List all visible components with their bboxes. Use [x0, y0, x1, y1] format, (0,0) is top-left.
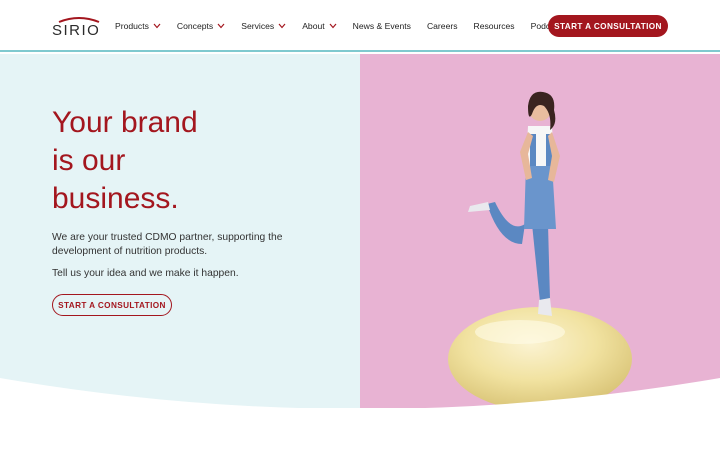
nav-item-label: Resources: [473, 21, 515, 31]
hero-tagline: Tell us your idea and we make it happen.: [52, 268, 239, 279]
nav-item-careers[interactable]: Careers: [427, 21, 458, 31]
nav-item-concepts[interactable]: Concepts: [177, 21, 225, 31]
chevron-down-icon: [329, 23, 337, 29]
logo-text: SIRIO: [52, 22, 101, 39]
hero-title: Your brand is our business.: [52, 104, 312, 218]
nav-item-about[interactable]: About: [302, 21, 337, 31]
hero-title-line: is our: [52, 144, 126, 177]
hero-title-line: business.: [52, 182, 179, 215]
nav-item-services[interactable]: Services: [241, 21, 286, 31]
chevron-down-icon: [278, 23, 286, 29]
sirio-logo[interactable]: SIRIO: [52, 14, 108, 39]
start-consultation-header-button[interactable]: START A CONSULTATION: [548, 15, 668, 37]
site-header: SIRIO Products Concepts Services About N…: [0, 0, 720, 52]
chevron-down-icon: [153, 23, 161, 29]
nav-item-label: Services: [241, 21, 275, 31]
nav-item-label: About: [302, 21, 325, 31]
hero-bottom-wave: [0, 378, 720, 450]
hero-title-line: Your brand: [52, 106, 198, 139]
nav-item-news-events[interactable]: News & Events: [353, 21, 411, 31]
main-nav: Products Concepts Services About News & …: [115, 0, 578, 52]
nav-item-products[interactable]: Products: [115, 21, 161, 31]
nav-item-label: Products: [115, 21, 149, 31]
nav-item-label: Concepts: [176, 21, 214, 31]
nav-item-label: News & Events: [352, 21, 411, 31]
hero-description: We are your trusted CDMO partner, suppor…: [52, 232, 283, 257]
nav-item-label: Careers: [426, 21, 458, 31]
start-consultation-hero-button[interactable]: START A CONSULTATION: [52, 294, 172, 316]
chevron-down-icon: [217, 23, 225, 29]
hero-woman-on-softgel-image: [448, 91, 632, 411]
nav-item-resources[interactable]: Resources: [474, 21, 515, 31]
